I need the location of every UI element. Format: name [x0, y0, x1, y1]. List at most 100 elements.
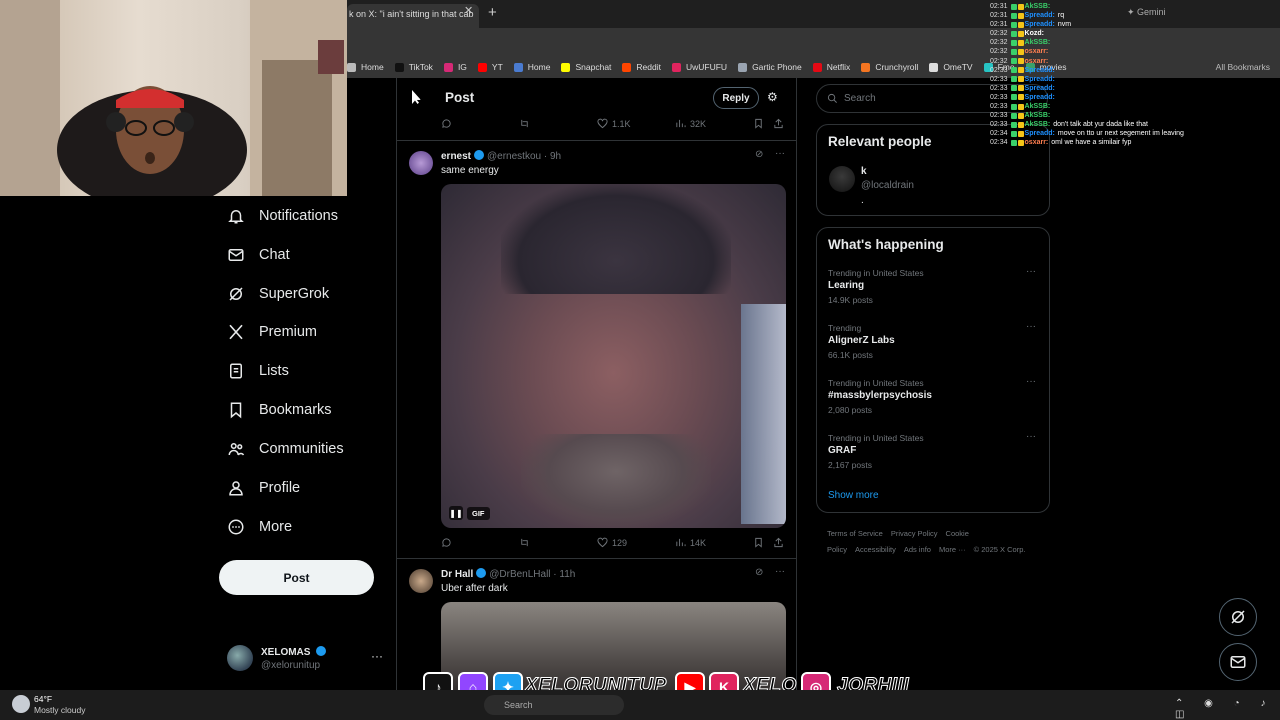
like-button[interactable]: 129	[597, 537, 627, 548]
nav-item-profile[interactable]: Profile	[227, 476, 300, 500]
chat-username[interactable]: Spreadd:	[1025, 75, 1055, 84]
chat-message: 02:32 AkSSB:	[990, 38, 1220, 47]
chat-username[interactable]: Spreadd:	[1025, 84, 1055, 93]
bookmark-item[interactable]: UwUFUFU	[671, 62, 727, 72]
footer-link[interactable]: Privacy Policy	[891, 529, 938, 538]
post-button[interactable]: Post	[219, 560, 374, 595]
nav-item-premium[interactable]: Premium	[227, 320, 317, 344]
tweet-header: ernest @ernestkou · 9h	[441, 150, 561, 162]
chat-username[interactable]: osxarr:	[1025, 47, 1049, 56]
trend-item[interactable]: Trending in United States #massbylerpsych…	[828, 376, 1040, 424]
chat-username[interactable]: Spreadd:	[1025, 66, 1055, 75]
chat-username[interactable]: Spreadd:	[1025, 11, 1055, 20]
tweet-author[interactable]: ernest	[441, 151, 471, 162]
reply-icon[interactable]	[441, 118, 456, 129]
chat-username[interactable]: Spreadd:	[1025, 20, 1055, 29]
more-icon[interactable]: ···	[1026, 321, 1036, 332]
more-icon[interactable]: ···	[371, 649, 383, 663]
tweet-media-gif[interactable]: ❚❚ GIF	[441, 184, 786, 528]
share-icon[interactable]	[773, 537, 788, 548]
chat-username[interactable]: AkSSB:	[1025, 38, 1051, 47]
more-icon[interactable]: ···	[775, 148, 785, 159]
nav-item-chat[interactable]: Chat	[227, 243, 290, 267]
footer-link[interactable]: © 2025 X Corp.	[974, 545, 1026, 554]
reply-icon[interactable]	[441, 537, 456, 548]
bookmark-item[interactable]: Netflix	[812, 62, 851, 72]
like-button[interactable]: 1.1K	[597, 118, 631, 129]
taskbar-search[interactable]: Search	[484, 695, 624, 715]
all-bookmarks-button[interactable]: All Bookmarks	[1216, 62, 1270, 72]
chat-username[interactable]: AkSSB:	[1025, 120, 1051, 129]
verified-icon	[476, 568, 487, 578]
retweet-icon[interactable]	[519, 118, 534, 129]
more-icon[interactable]: ···	[775, 566, 785, 577]
trend-item[interactable]: Trending in United States GRAF 2,167 posts…	[828, 431, 1040, 479]
views-button[interactable]: 14K	[675, 537, 706, 548]
footer-link[interactable]: Accessibility	[855, 545, 896, 554]
new-tab-button[interactable]: +	[488, 4, 497, 21]
bookmark-label: Netflix	[826, 62, 851, 72]
views-button[interactable]: 32K	[675, 118, 706, 129]
bookmark-icon[interactable]	[753, 537, 768, 548]
nav-item-supergrok[interactable]: SuperGrok	[227, 282, 329, 306]
badge-icon	[1010, 30, 1017, 37]
bookmark-icon[interactable]	[753, 118, 768, 129]
person-name[interactable]: k	[861, 166, 867, 177]
trend-item[interactable]: Trending in United States Learing 14.9K po…	[828, 266, 1040, 314]
nav-item-notifications[interactable]: Notifications	[227, 204, 338, 228]
grok-fab[interactable]	[1219, 598, 1257, 636]
bookmark-item[interactable]: Reddit	[622, 62, 661, 72]
chat-username[interactable]: Spreadd:	[1025, 129, 1055, 138]
chat-username[interactable]: Spreadd:	[1025, 93, 1055, 102]
chat-username[interactable]: Kozd:	[1025, 29, 1044, 38]
share-icon[interactable]	[773, 118, 788, 129]
bookmark-item[interactable]: Crunchyroll	[861, 62, 918, 72]
trend-item[interactable]: Trending AlignerZ Labs 66.1K posts ···	[828, 321, 1040, 369]
bookmark-item[interactable]: Gartic Phone	[738, 62, 802, 72]
nav-item-lists[interactable]: Lists	[227, 359, 289, 383]
footer-link[interactable]: Ads info	[904, 545, 931, 554]
bookmark-favicon-icon	[513, 62, 523, 72]
grok-icon	[229, 287, 243, 301]
chat-time: 02:33	[990, 66, 1008, 74]
nav-item-bookmarks[interactable]: Bookmarks	[227, 398, 332, 422]
pause-icon[interactable]: ❚❚	[449, 506, 463, 520]
browser-tab[interactable]: k on X: "i ain't sitting in that cab	[347, 4, 479, 28]
chat-username[interactable]: osxarr:	[1025, 57, 1049, 66]
chat-username[interactable]: AkSSB:	[1025, 2, 1051, 11]
retweet-icon[interactable]	[519, 537, 534, 548]
chat-username[interactable]: AkSSB:	[1025, 102, 1051, 111]
account-switcher[interactable]: XELOMAS @xelorunitup ···	[227, 643, 387, 675]
more-icon[interactable]: ···	[1026, 376, 1036, 387]
show-more-link[interactable]: Show more	[828, 490, 879, 501]
filter-icon[interactable]: ⚙	[767, 90, 778, 104]
nav-item-communities[interactable]: Communities	[227, 437, 344, 461]
nav-item-more[interactable]: More	[227, 515, 292, 539]
more-icon[interactable]: ···	[1026, 266, 1036, 277]
chat-username[interactable]: osxarr:	[1025, 138, 1049, 147]
footer-link[interactable]: Terms of Service	[827, 529, 883, 538]
grok-icon[interactable]: ⊘	[755, 149, 763, 160]
system-tray[interactable]: ⌃ ◉ ◔ ♪ ◫	[1175, 698, 1280, 720]
chat-message: 02:33 Spreadd:	[990, 93, 1220, 102]
close-tab-icon[interactable]: ✕	[464, 4, 473, 17]
messages-fab[interactable]	[1219, 643, 1257, 681]
bookmark-item[interactable]: Snapchat	[561, 62, 611, 72]
avatar[interactable]	[829, 166, 855, 192]
bookmark-item[interactable]: TikTok	[394, 62, 433, 72]
bookmark-item[interactable]: OmeTV	[929, 62, 973, 72]
footer-link[interactable]: More ···	[939, 545, 966, 554]
reply-button[interactable]: Reply	[713, 87, 759, 109]
bookmark-item[interactable]: YT	[477, 62, 503, 72]
chat-message: 02:33 Spreadd:	[990, 66, 1220, 75]
more-icon[interactable]: ···	[1026, 431, 1036, 442]
chat-username[interactable]: AkSSB:	[1025, 111, 1051, 120]
bookmark-item[interactable]: Home	[513, 62, 550, 72]
avatar[interactable]	[409, 151, 433, 175]
weather-temp[interactable]: 64°F	[34, 694, 52, 704]
tweet-author[interactable]: Dr Hall	[441, 569, 473, 580]
avatar[interactable]	[409, 569, 433, 593]
bookmark-item[interactable]: IG	[443, 62, 467, 72]
bookmark-item[interactable]: Home	[347, 62, 384, 72]
grok-icon[interactable]: ⊘	[755, 567, 763, 578]
